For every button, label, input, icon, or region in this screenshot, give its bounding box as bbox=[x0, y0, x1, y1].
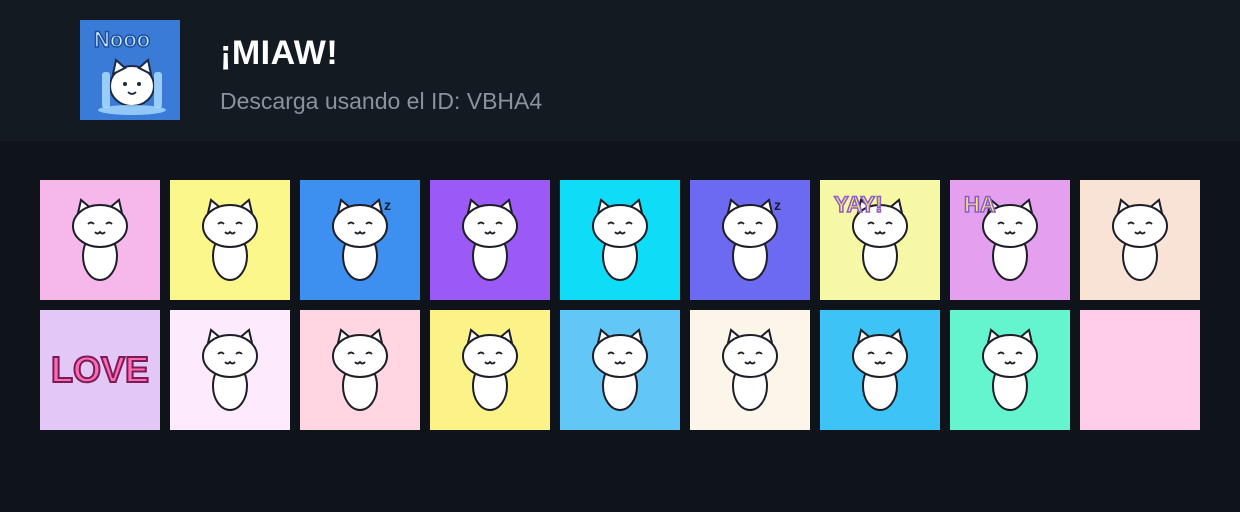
cat-box-heart-icon bbox=[72, 198, 128, 281]
sticker-empty-pink[interactable] bbox=[1080, 310, 1200, 430]
sticker-cat-giggle[interactable] bbox=[170, 310, 290, 430]
sticker-cat-sleeping-cap[interactable]: z bbox=[300, 180, 420, 300]
pack-header: Nooo ¡MIAW! Descarga usando el ID: VBHA4 bbox=[0, 0, 1240, 141]
sticker-cat-grumpy[interactable] bbox=[690, 310, 810, 430]
sticker-cat-phone-heart[interactable] bbox=[300, 310, 420, 430]
sticker-cat-cake[interactable] bbox=[1080, 180, 1200, 300]
cat-grumpy-icon bbox=[722, 328, 778, 411]
sticker-label: HA bbox=[964, 192, 996, 217]
cat-laugh-icon: HA bbox=[963, 191, 1038, 281]
pack-title: ¡MIAW! bbox=[220, 34, 339, 72]
sticker-label: LOVE bbox=[51, 349, 149, 390]
sticker-love[interactable]: LOVE bbox=[40, 310, 160, 430]
cat-sitting-icon bbox=[462, 328, 518, 411]
sticker-cat-sparkle-dance[interactable] bbox=[170, 180, 290, 300]
crying-cat-icon[interactable]: Nooo bbox=[80, 20, 180, 120]
cat-mint-icon bbox=[982, 328, 1038, 411]
sticker-cat-yay[interactable]: YAY! bbox=[820, 180, 940, 300]
cat-phone-icon bbox=[332, 328, 388, 411]
sticker-cat-box-heart[interactable] bbox=[40, 180, 160, 300]
sticker-cat-bed[interactable] bbox=[560, 180, 680, 300]
cat-bed-icon bbox=[592, 198, 648, 281]
cat-cake-icon bbox=[1112, 198, 1168, 281]
sticker-cat-sitting[interactable] bbox=[430, 310, 550, 430]
cat-pillow-icon bbox=[592, 328, 648, 411]
sticker-label: YAY! bbox=[834, 192, 883, 217]
sticker-cat-ha[interactable]: HA bbox=[950, 180, 1070, 300]
sticker-cat-pillow[interactable] bbox=[560, 310, 680, 430]
icon-caption: Nooo bbox=[94, 27, 150, 52]
cat-maracas-icon bbox=[852, 328, 908, 411]
blank-icon bbox=[1080, 310, 1200, 430]
cat-giggle-icon bbox=[202, 328, 258, 411]
pack-download-id: Descarga usando el ID: VBHA4 bbox=[220, 88, 543, 114]
cat-sleep-icon: z bbox=[332, 197, 391, 281]
sticker-label: z bbox=[774, 197, 781, 213]
sticker-label: z bbox=[384, 197, 391, 213]
love-text-icon: LOVE bbox=[50, 348, 150, 391]
sticker-cat-standing[interactable] bbox=[430, 180, 550, 300]
sticker-cat-moon[interactable]: z bbox=[690, 180, 810, 300]
cat-standing-icon bbox=[462, 198, 518, 281]
sticker-cat-mint[interactable] bbox=[950, 310, 1070, 430]
cat-yay-icon: YAY! bbox=[833, 191, 908, 281]
cat-moon-icon: z bbox=[722, 197, 781, 281]
sticker-cat-maracas[interactable] bbox=[820, 310, 940, 430]
cat-sparkle-icon bbox=[202, 198, 258, 281]
